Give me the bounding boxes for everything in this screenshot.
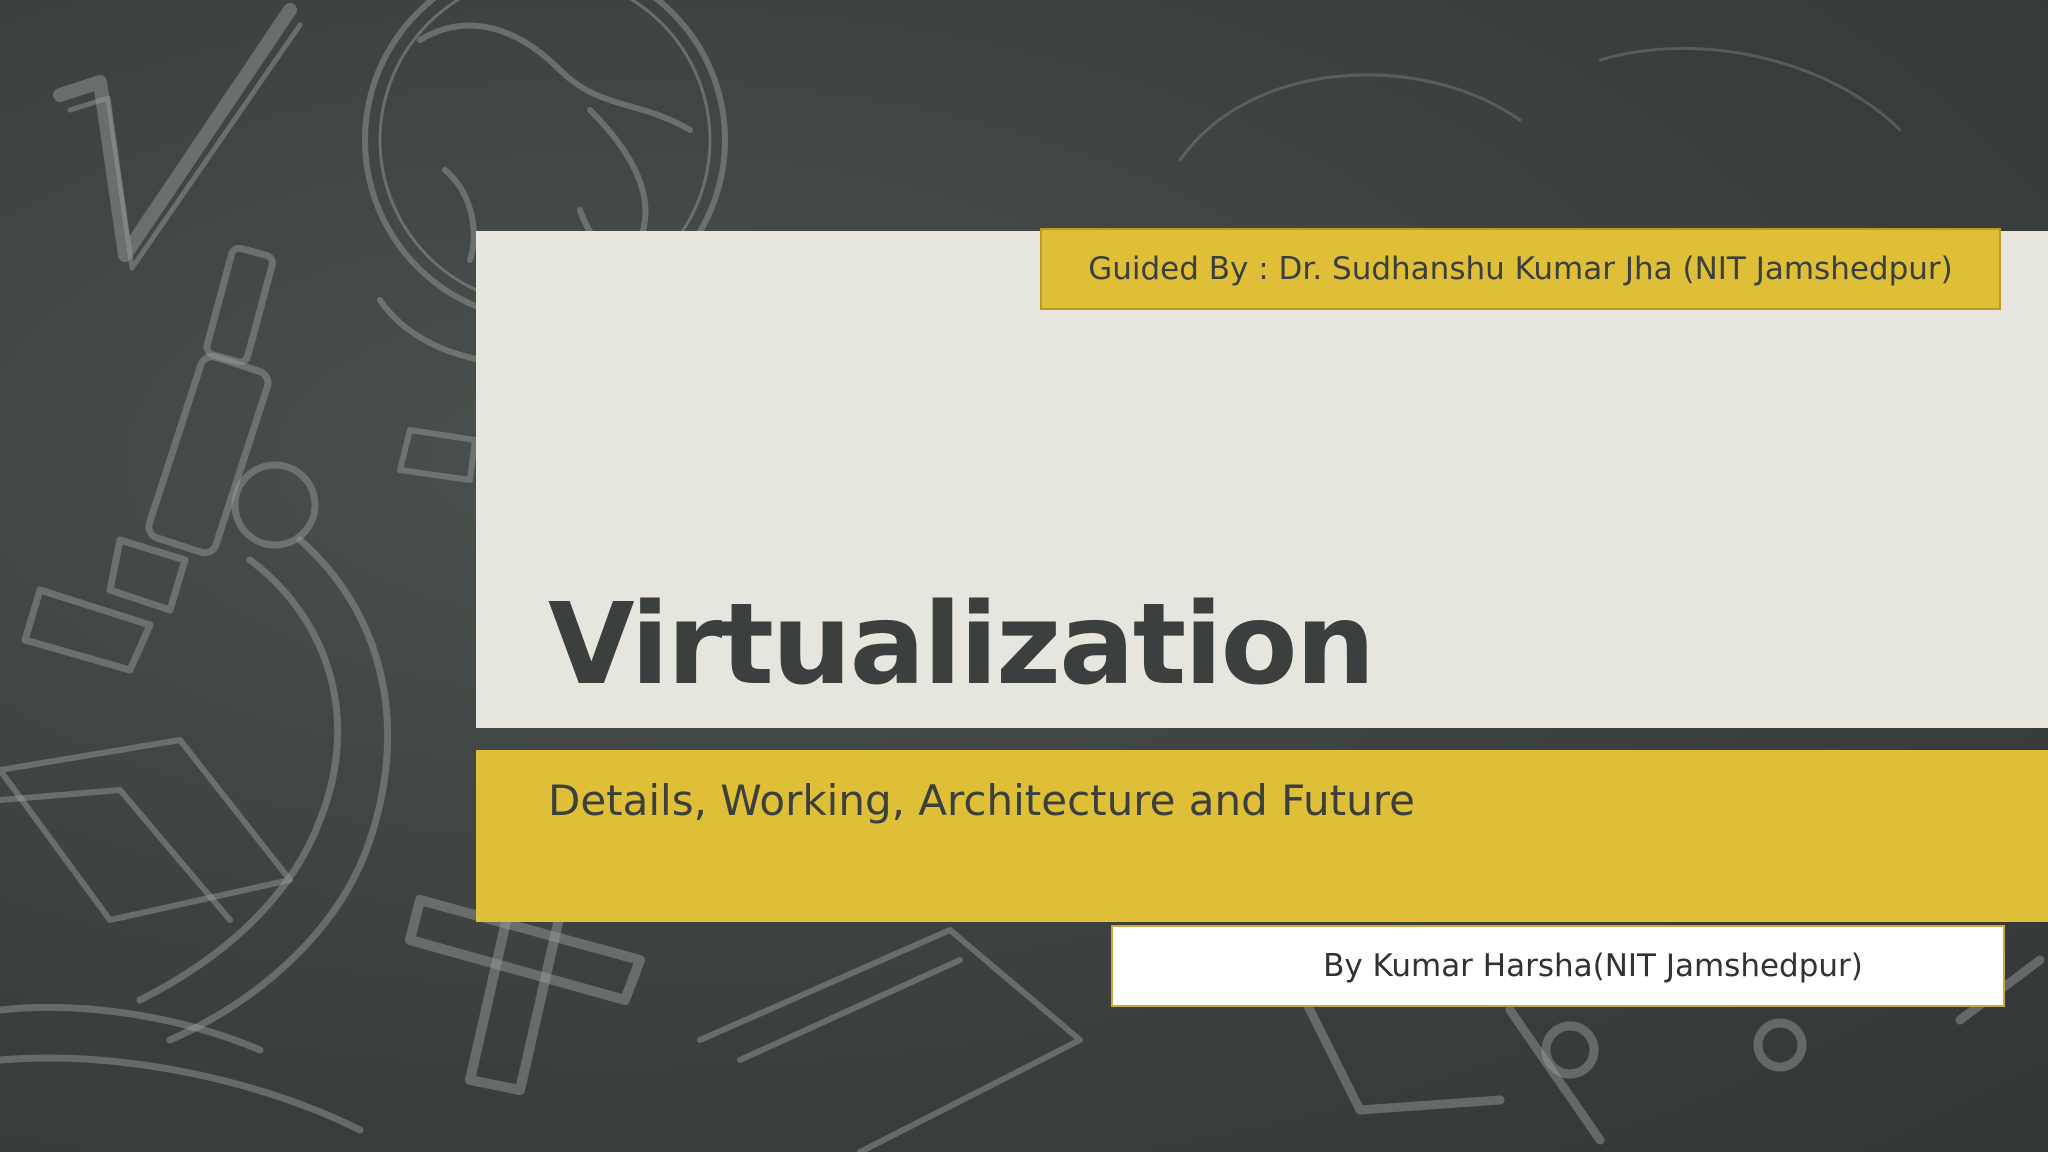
guide-credit-text: Guided By : Dr. Sudhanshu Kumar Jha (NIT…	[1088, 251, 1953, 287]
microscope-icon	[0, 244, 392, 1134]
author-credit-box: By Kumar Harsha(NIT Jamshedpur)	[1111, 925, 2005, 1007]
guide-credit-box: Guided By : Dr. Sudhanshu Kumar Jha (NIT…	[1040, 228, 2001, 310]
slide: Virtualization Details, Working, Archite…	[0, 0, 2048, 1152]
author-credit-text: By Kumar Harsha(NIT Jamshedpur)	[1323, 948, 1863, 984]
slide-subtitle: Details, Working, Architecture and Futur…	[548, 776, 1415, 825]
slide-title: Virtualization	[548, 580, 1375, 710]
sqrt-icon	[53, 3, 303, 271]
